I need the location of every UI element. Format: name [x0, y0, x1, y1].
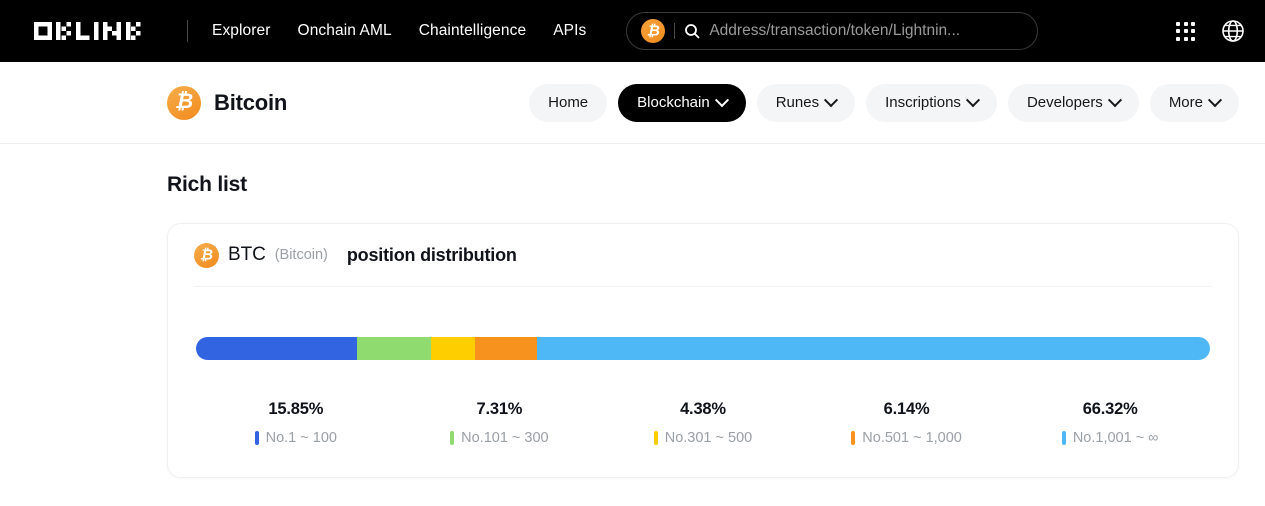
card-token-symbol: BTC: [228, 244, 266, 266]
legend-range-label: No.1 ~ 100: [266, 430, 337, 446]
bitcoin-symbol-glyph: ₿: [200, 247, 213, 262]
distribution-bar-wrap: [194, 287, 1212, 360]
bar-segment[interactable]: [196, 337, 357, 360]
nav-pill-blockchain[interactable]: Blockchain: [618, 84, 746, 122]
stacked-distribution-bar: [196, 337, 1210, 360]
nav-link-chaintelligence[interactable]: Chaintelligence: [419, 22, 527, 40]
oklink-logo-glyph: [34, 22, 167, 40]
legend-item: 7.31% No.101 ~ 300: [398, 400, 602, 446]
nav-pill-runes[interactable]: Runes: [757, 84, 855, 122]
legend-color-marker: [450, 431, 454, 445]
nav-pill-blockchain-label: Blockchain: [637, 94, 710, 111]
chevron-down-icon: [824, 93, 838, 107]
legend-range-row: No.1 ~ 100: [255, 430, 337, 446]
legend-item: 66.32% No.1,001 ~ ∞: [1008, 400, 1212, 446]
chevron-down-icon: [1108, 93, 1122, 107]
chevron-down-icon: [715, 93, 729, 107]
legend-range-row: No.1,001 ~ ∞: [1062, 430, 1159, 446]
chain-nav-pills: Home Blockchain Runes Inscriptions Devel…: [529, 84, 1239, 122]
nav-link-apis[interactable]: APIs: [553, 22, 586, 40]
legend-item: 4.38% No.301 ~ 500: [601, 400, 805, 446]
bar-segment[interactable]: [475, 337, 537, 360]
nav-pill-home-label: Home: [548, 94, 588, 111]
legend-range-label: No.301 ~ 500: [665, 430, 752, 446]
nav-pill-developers-label: Developers: [1027, 94, 1103, 111]
search-divider: [674, 23, 675, 39]
bar-segment[interactable]: [537, 337, 1209, 360]
nav-pill-developers[interactable]: Developers: [1008, 84, 1139, 122]
legend-range-row: No.301 ~ 500: [654, 430, 752, 446]
legend-item: 6.14% No.501 ~ 1,000: [805, 400, 1009, 446]
legend-item: 15.85% No.1 ~ 100: [194, 400, 398, 446]
legend-color-marker: [654, 431, 658, 445]
chain-name-label: Bitcoin: [214, 90, 287, 116]
nav-pill-more-label: More: [1169, 94, 1203, 111]
primary-nav: Explorer Onchain AML Chaintelligence API…: [212, 22, 586, 40]
legend-color-marker: [255, 431, 259, 445]
apps-grid-icon[interactable]: [1176, 22, 1195, 41]
legend-range-label: No.501 ~ 1,000: [862, 430, 962, 446]
position-distribution-card: ₿ BTC (Bitcoin) position distribution 15…: [167, 223, 1239, 478]
globe-icon[interactable]: [1221, 19, 1245, 43]
legend-range-label: No.101 ~ 300: [461, 430, 548, 446]
legend-range-row: No.501 ~ 1,000: [851, 430, 962, 446]
bar-segment[interactable]: [357, 337, 431, 360]
bitcoin-symbol-glyph: ₿: [175, 91, 193, 112]
search-chain-selector-icon[interactable]: ₿: [641, 19, 665, 43]
oklink-logo[interactable]: [34, 22, 167, 40]
legend-color-marker: [1062, 431, 1066, 445]
card-token-fullname: (Bitcoin): [275, 247, 328, 263]
nav-pill-more[interactable]: More: [1150, 84, 1239, 122]
bar-segment[interactable]: [431, 337, 475, 360]
legend-range-label: No.1,001 ~ ∞: [1073, 430, 1159, 446]
top-header: Explorer Onchain AML Chaintelligence API…: [0, 0, 1265, 62]
legend-percent: 15.85%: [268, 400, 323, 419]
nav-pill-runes-label: Runes: [776, 94, 819, 111]
nav-pill-inscriptions[interactable]: Inscriptions: [866, 84, 997, 122]
nav-pill-inscriptions-label: Inscriptions: [885, 94, 961, 111]
search-input[interactable]: [709, 22, 1023, 40]
legend-percent: 66.32%: [1083, 400, 1138, 419]
chevron-down-icon: [1208, 93, 1222, 107]
header-divider: [187, 20, 188, 42]
legend-percent: 4.38%: [680, 400, 726, 419]
nav-link-onchain-aml[interactable]: Onchain AML: [298, 22, 392, 40]
legend-color-marker: [851, 431, 855, 445]
page-body: Rich list ₿ BTC (Bitcoin) position distr…: [0, 173, 1265, 506]
legend-percent: 6.14%: [884, 400, 930, 419]
chevron-down-icon: [966, 93, 980, 107]
card-description: position distribution: [347, 245, 517, 266]
header-actions: [1176, 19, 1249, 43]
bitcoin-logo-icon: ₿: [167, 86, 201, 120]
legend-percent: 7.31%: [476, 400, 522, 419]
distribution-legend: 15.85% No.1 ~ 100 7.31% No.101 ~ 300 4.38% No…: [194, 360, 1212, 477]
page-title: Rich list: [167, 173, 1239, 197]
search-icon: [684, 23, 700, 39]
nav-pill-home[interactable]: Home: [529, 84, 607, 122]
legend-range-row: No.101 ~ 300: [450, 430, 548, 446]
global-search[interactable]: ₿: [626, 12, 1038, 50]
bitcoin-coin-icon: ₿: [194, 243, 219, 268]
bitcoin-symbol: ₿: [647, 23, 660, 38]
chain-nav-bar: ₿ Bitcoin Home Blockchain Runes Inscript…: [0, 62, 1265, 144]
nav-link-explorer[interactable]: Explorer: [212, 22, 271, 40]
card-header: ₿ BTC (Bitcoin) position distribution: [194, 224, 1212, 286]
